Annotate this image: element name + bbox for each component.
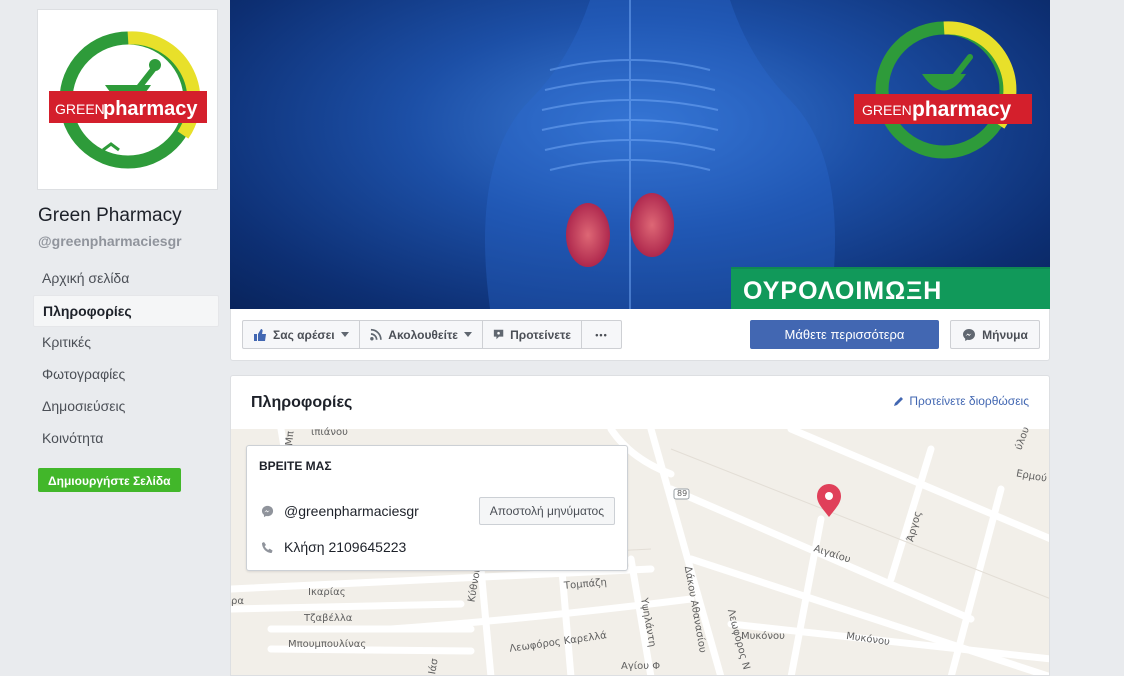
map-label: Αγίου Φ [621,661,661,672]
chevron-down-icon [340,332,349,337]
learn-more-button[interactable]: Μάθετε περισσότερα [750,320,939,349]
left-column: GREEN pharmacy Green Pharmacy @greenphar… [0,0,230,676]
phone-label[interactable]: Κλήση 2109645223 [284,539,406,555]
chevron-down-icon [464,332,472,337]
create-page-button[interactable]: Δημιουργήστε Σελίδα [38,468,181,492]
sidebar-nav: Αρχική σελίδα Πληροφορίες Κριτικές Φωτογ… [33,263,219,455]
sidebar-item-photos[interactable]: Φωτογραφίες [33,359,219,391]
map-label: 89 [677,489,688,498]
page-name[interactable]: Green Pharmacy [38,205,182,227]
map-label: Ικαρίας [308,587,346,598]
learn-more-label: Μάθετε περισσότερα [784,327,905,342]
recommend-icon [493,329,504,340]
messenger-handle[interactable]: @greenpharmaciesgr [284,503,419,519]
page-handle[interactable]: @greenpharmaciesgr [38,233,182,249]
messenger-row[interactable]: @greenpharmaciesgr [261,503,419,519]
cover-logo-text-green: GREEN [862,102,912,118]
more-icon: ••• [595,329,608,340]
map-label: Μπ [284,430,297,447]
rss-icon [370,328,382,341]
find-us-panel: ΒΡΕΙΤΕ ΜΑΣ @greenpharmaciesgr Αποστολή μ… [246,445,628,571]
cover-logo-text-pharmacy: pharmacy [912,98,1012,121]
like-button[interactable]: Σας αρέσει [242,320,360,349]
cover-banner-text: ΟΥΡΟΛΟΙΜΩΞΗ [731,267,1050,309]
follow-label: Ακολουθείτε [388,327,458,342]
messenger-icon [261,505,274,517]
follow-button[interactable]: Ακολουθείτε [359,320,483,349]
sidebar-item-community[interactable]: Κοινότητα [33,423,219,455]
map-label: Τζαβέλλα [304,613,353,624]
sidebar-item-home[interactable]: Αρχική σελίδα [33,263,219,295]
recommend-button[interactable]: Προτείνετε [482,320,582,349]
pencil-icon [894,396,904,406]
find-us-title: ΒΡΕΙΤΕ ΜΑΣ [259,459,332,473]
map-label: ιπιάνου [311,427,348,438]
info-title: Πληροφορίες [251,394,353,411]
suggest-edits-label: Προτείνετε διορθώσεις [909,394,1029,408]
cover-logo: GREEN pharmacy [854,21,1032,159]
map-label: Μπουμπουλίνας [288,639,367,650]
action-bar: Σας αρέσει Ακολουθείτε Προτείνετε ••• Μά… [230,309,1050,361]
map-label: ρα [231,596,244,607]
phone-icon [262,541,273,553]
more-button[interactable]: ••• [581,320,622,349]
suggest-edits-link[interactable]: Προτείνετε διορθώσεις [893,394,1029,408]
message-label: Μήνυμα [982,327,1028,342]
logo-text-pharmacy: pharmacy [103,98,198,120]
message-button[interactable]: Μήνυμα [950,320,1040,349]
like-label: Σας αρέσει [273,327,335,342]
info-card: Πληροφορίες Προτείνετε διορθώσεις 89 Ερμ… [230,375,1050,676]
phone-row[interactable]: Κλήση 2109645223 [261,539,406,555]
sidebar-item-about[interactable]: Πληροφορίες [33,295,219,327]
recommend-label: Προτείνετε [510,327,571,342]
sidebar-item-reviews[interactable]: Κριτικές [33,327,219,359]
thumbs-up-icon [254,328,266,341]
sidebar-item-posts[interactable]: Δημοσιεύσεις [33,391,219,423]
map-label: Μυκόνου [741,631,785,642]
cover-photo[interactable]: GREEN pharmacy ΟΥΡΟΛΟΙΜΩΞΗ [230,0,1050,309]
send-message-button[interactable]: Αποστολή μηνύματος [478,497,615,525]
logo-text-green: GREEN [55,101,105,117]
green-pharmacy-logo: GREEN pharmacy [48,30,207,168]
messenger-icon [963,328,976,341]
profile-picture[interactable]: GREEN pharmacy [37,9,218,190]
